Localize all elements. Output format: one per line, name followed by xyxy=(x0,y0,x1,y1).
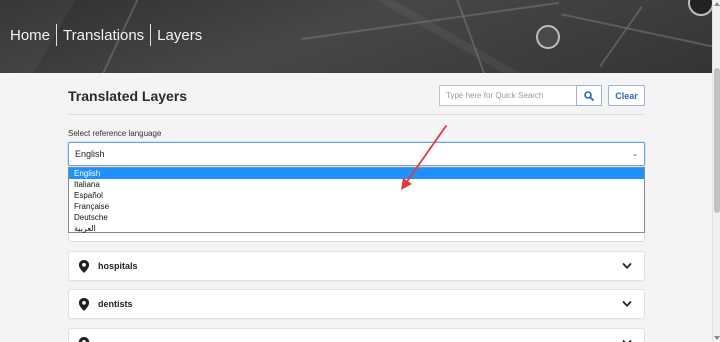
map-road xyxy=(561,13,712,49)
chevron-down-icon: ⌄ xyxy=(632,151,638,158)
reference-language-select[interactable]: English ⌄ xyxy=(68,142,645,166)
select-value: English xyxy=(75,149,105,159)
breadcrumb-home[interactable]: Home xyxy=(10,27,50,44)
map-marker-circle xyxy=(536,25,560,49)
chevron-down-icon[interactable] xyxy=(622,261,632,271)
breadcrumb: Home Translations Layers xyxy=(10,24,202,46)
layer-label: hospitals xyxy=(98,261,138,271)
search-button[interactable] xyxy=(576,85,602,106)
breadcrumb-translations[interactable]: Translations xyxy=(63,27,144,44)
search-input[interactable] xyxy=(439,85,576,106)
map-road xyxy=(301,1,559,41)
scroll-down-icon[interactable] xyxy=(714,336,720,340)
language-option-italiana[interactable]: Italiana xyxy=(69,179,644,190)
reference-language-label: Select reference language xyxy=(68,129,162,138)
layer-card-dentists[interactable]: dentists xyxy=(68,289,645,319)
header-banner: Home Translations Layers xyxy=(0,0,712,73)
language-option-deutsche[interactable]: Deutsche xyxy=(69,212,644,223)
map-pin-icon xyxy=(78,259,90,273)
map-pin-icon xyxy=(78,297,90,311)
search-icon xyxy=(584,90,594,101)
map-pin-icon xyxy=(78,336,90,342)
language-option-arabic[interactable]: العربية xyxy=(69,223,644,234)
map-marker-circle xyxy=(688,0,712,16)
scrollbar-thumb[interactable] xyxy=(714,68,720,213)
scroll-up-icon[interactable] xyxy=(714,2,720,6)
map-road xyxy=(599,6,643,67)
breadcrumb-separator xyxy=(56,24,58,46)
language-option-espanol[interactable]: Español xyxy=(69,190,644,201)
chevron-down-icon[interactable] xyxy=(622,299,632,309)
breadcrumb-layers: Layers xyxy=(157,26,203,44)
quick-search xyxy=(439,85,602,106)
language-option-francaise[interactable]: Française xyxy=(69,201,644,212)
header-divider xyxy=(68,114,645,115)
breadcrumb-separator xyxy=(150,24,152,46)
page-title: Translated Layers xyxy=(68,88,188,104)
chevron-down-icon[interactable] xyxy=(622,338,632,342)
language-dropdown-list: English Italiana Español Française Deuts… xyxy=(68,167,645,233)
layer-label: dentists xyxy=(98,299,133,309)
language-option-english[interactable]: English xyxy=(69,168,644,179)
layer-card-partial[interactable] xyxy=(68,328,645,342)
map-road xyxy=(455,0,487,73)
page-scrollbar[interactable] xyxy=(712,0,720,342)
layer-card-hospitals[interactable]: hospitals xyxy=(68,251,645,281)
clear-button[interactable]: Clear xyxy=(608,85,645,106)
